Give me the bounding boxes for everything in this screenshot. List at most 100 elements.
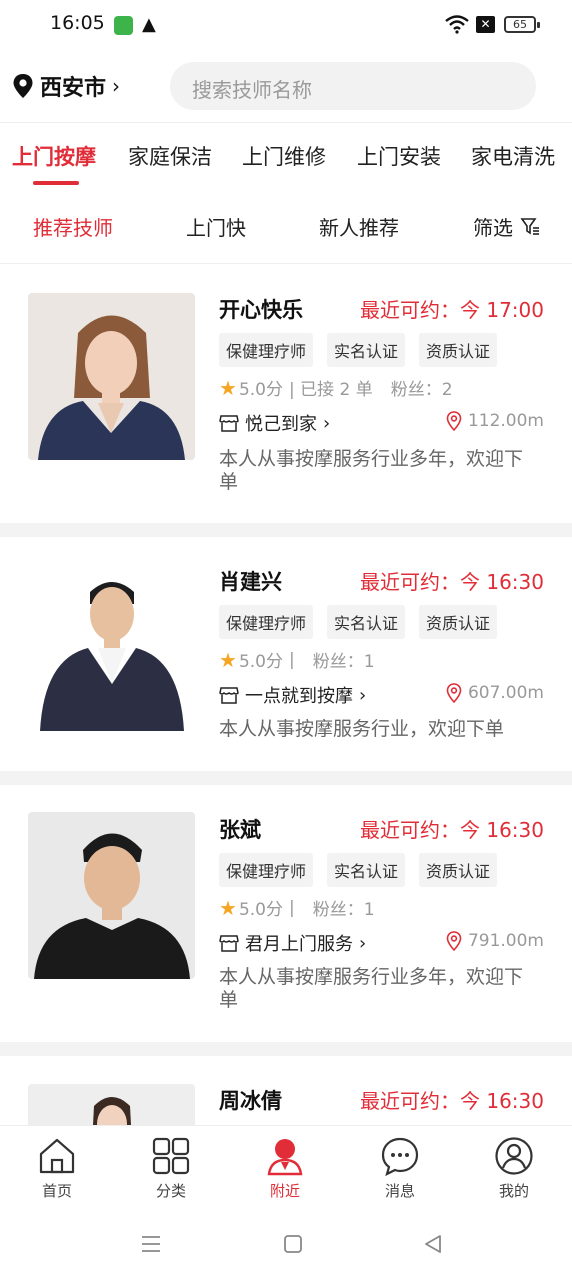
technician-name: 开心快乐	[219, 298, 303, 322]
technician-card[interactable]: 肖建兴 最近可约：今 16:30 保健理疗师 实名认证 资质认证 ★ 5.0分 …	[0, 537, 572, 771]
wifi-icon	[445, 15, 469, 34]
nav-category[interactable]: 分类	[131, 1136, 211, 1201]
nav-profile[interactable]: 我的	[474, 1136, 554, 1201]
filter-recommended[interactable]: 推荐技师	[33, 212, 113, 241]
shop-icon	[219, 415, 239, 432]
home-icon	[39, 1138, 75, 1174]
city-name: 西安市	[40, 76, 107, 101]
tag: 实名认证	[327, 853, 406, 887]
fans-count: 粉丝：2	[390, 380, 453, 400]
nav-messages[interactable]: 消息	[360, 1136, 440, 1201]
nearby-person-icon	[267, 1139, 303, 1176]
battery-icon: 65	[504, 16, 540, 33]
technician-photo	[28, 293, 195, 460]
location-icon	[446, 411, 462, 431]
availability-time: 最近可约：今 16:30	[360, 1089, 544, 1113]
technician-name: 肖建兴	[219, 570, 282, 594]
rating-score: 5.0分	[238, 652, 283, 672]
divider	[0, 1042, 572, 1056]
nav-category-label: 分类	[155, 1182, 186, 1200]
technician-card[interactable]: 张斌 最近可约：今 16:30 保健理疗师 实名认证 资质认证 ★ 5.0分 |…	[0, 785, 572, 1042]
star-icon: ★	[219, 647, 237, 672]
location-pin-icon	[13, 74, 33, 98]
tab-installation[interactable]: 上门安装	[357, 141, 441, 171]
shop-icon	[219, 935, 239, 952]
chat-bubble-icon	[381, 1137, 419, 1176]
chevron-right-icon: ›	[323, 412, 331, 434]
tab-cleaning[interactable]: 家庭保洁	[128, 141, 212, 171]
technician-card[interactable]: 开心快乐 最近可约：今 17:00 保健理疗师 实名认证 资质认证 ★ 5.0分…	[0, 265, 572, 523]
city-selector[interactable]: 西安市 ›	[12, 70, 120, 102]
filter-newcomers[interactable]: 新人推荐	[319, 212, 399, 241]
nav-messages-label: 消息	[384, 1182, 415, 1200]
app-notification-icon	[114, 16, 133, 35]
search-placeholder: 搜索技师名称	[192, 78, 312, 102]
divider	[0, 523, 572, 537]
tag: 保健理疗师	[219, 605, 314, 639]
tag: 资质认证	[419, 333, 498, 367]
chevron-right-icon: ›	[359, 684, 367, 706]
grid-icon	[152, 1137, 190, 1175]
tag: 实名认证	[327, 605, 406, 639]
availability-time: 最近可约：今 16:30	[360, 818, 544, 842]
technician-card[interactable]: 周冰倩 最近可约：今 16:30	[0, 1056, 572, 1125]
chevron-right-icon: ›	[359, 932, 367, 954]
shop-link[interactable]: 悦己到家 ›	[219, 410, 330, 436]
nav-nearby-label: 附近	[269, 1182, 300, 1200]
warning-icon: ▲	[142, 14, 156, 35]
tag: 资质认证	[419, 853, 498, 887]
shop-icon	[219, 687, 239, 704]
chevron-right-icon: ›	[112, 74, 121, 98]
technician-photo	[28, 564, 195, 731]
tab-repair[interactable]: 上门维修	[242, 141, 326, 171]
fans-count: 粉丝：1	[312, 652, 375, 672]
orders-count: |	[288, 897, 295, 918]
rating-row: ★ 5.0分 | 已接 2 单 粉丝：2	[219, 375, 453, 401]
home-square-icon[interactable]	[282, 1233, 304, 1255]
distance: 607.00m	[446, 683, 544, 703]
tag: 实名认证	[327, 333, 406, 367]
shop-link[interactable]: 一点就到按摩 ›	[219, 682, 366, 708]
shop-name: 君月上门服务	[245, 934, 353, 955]
distance-value: 112.00m	[467, 411, 544, 431]
rating-row: ★ 5.0分 | 粉丝：1	[219, 895, 375, 921]
system-nav-bar	[0, 1209, 572, 1280]
shop-name: 一点就到按摩	[245, 686, 353, 707]
nav-nearby[interactable]: 附近	[245, 1136, 325, 1201]
location-icon	[446, 683, 462, 703]
back-icon[interactable]	[422, 1233, 444, 1255]
star-icon: ★	[219, 895, 237, 920]
search-input[interactable]: 搜索技师名称	[170, 62, 536, 110]
no-sim-icon: ✕	[476, 16, 495, 33]
shop-name: 悦己到家	[245, 414, 317, 435]
star-icon: ★	[219, 375, 237, 400]
nav-home[interactable]: 首页	[17, 1136, 97, 1201]
header: 西安市 › 搜索技师名称	[0, 52, 572, 120]
distance: 791.00m	[446, 931, 544, 951]
tab-massage[interactable]: 上门按摩	[12, 141, 96, 171]
status-bar: 16:05 ▲ ✕ 65	[0, 0, 572, 52]
distance-value: 791.00m	[467, 931, 544, 951]
shop-link[interactable]: 君月上门服务 ›	[219, 930, 366, 956]
rating-row: ★ 5.0分 | 粉丝：1	[219, 647, 375, 673]
status-time: 16:05	[50, 12, 105, 34]
funnel-icon	[520, 218, 539, 235]
tag: 保健理疗师	[219, 333, 314, 367]
technician-description: 本人从事按摩服务行业，欢迎下单	[219, 718, 505, 740]
tag-list: 保健理疗师 实名认证 资质认证	[219, 605, 498, 639]
filter-fast[interactable]: 上门快	[186, 212, 246, 241]
fans-count: 粉丝：1	[312, 900, 375, 920]
rating-score: 5.0分	[238, 380, 283, 400]
filter-button[interactable]: 筛选	[473, 212, 513, 241]
technician-name: 周冰倩	[219, 1089, 282, 1113]
availability-time: 最近可约：今 17:00	[360, 298, 544, 322]
technician-photo	[28, 1084, 195, 1125]
technician-description: 本人从事按摩服务行业多年，欢迎下单	[219, 966, 524, 1011]
category-tabs: 上门按摩 家庭保洁 上门维修 上门安装 家电清洗	[0, 122, 572, 194]
menu-icon[interactable]	[140, 1233, 162, 1255]
tab-appliance-cleaning[interactable]: 家电清洗	[471, 141, 555, 171]
technician-name: 张斌	[219, 818, 261, 842]
filter-bar: 推荐技师 上门快 新人推荐 筛选	[0, 196, 572, 264]
orders-count: | 已接 2 单	[288, 380, 373, 400]
tag: 保健理疗师	[219, 853, 314, 887]
